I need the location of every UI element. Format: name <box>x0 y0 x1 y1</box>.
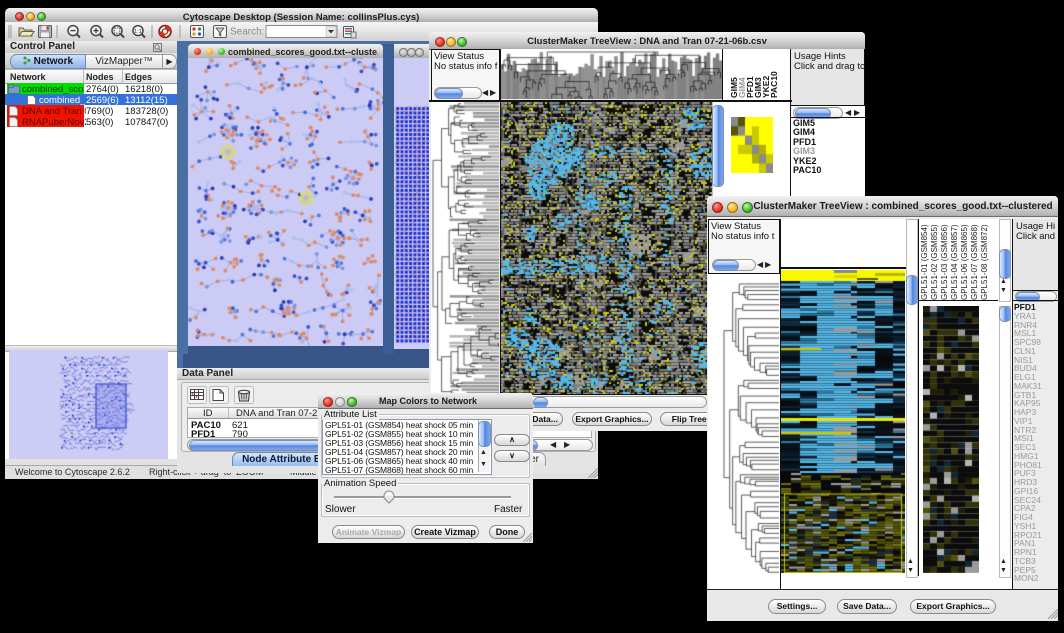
svg-text:Search:: Search: <box>230 27 264 38</box>
svg-text:1:1: 1:1 <box>134 29 142 35</box>
